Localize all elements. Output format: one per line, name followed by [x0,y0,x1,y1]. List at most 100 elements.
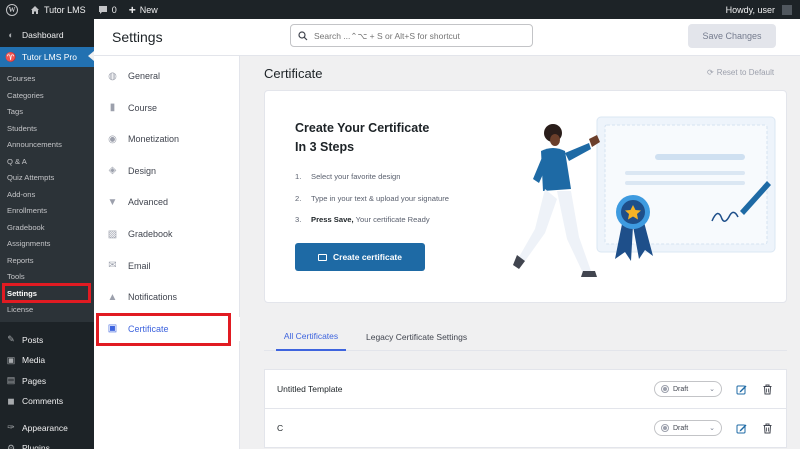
submenu-item-students[interactable]: Students [0,121,94,138]
reset-icon: ⟳ [707,68,714,77]
dashboard-icon: ◐ [8,30,14,40]
certificate-icon [318,253,327,261]
settings-nav-label: General [128,71,161,81]
settings-nav-label: Course [128,102,158,113]
book-icon: ▮ [109,102,116,114]
menu-tutor-lms-pro-label: Tutor LMS Pro [22,52,77,62]
submenu-item-license[interactable]: License [0,302,94,319]
sidebar-bottom-menu: ✎ Posts ▣ Media ▤ Pages ◼ Comments ✑ Appearance ⚙ P… [0,330,94,449]
step-3-text: Your certificate Ready [353,215,430,224]
submenu-item-assignments[interactable]: Assignments [0,236,94,253]
settings-nav-advanced[interactable]: ▼ Advanced [94,190,240,214]
submenu-item-quiz-attempts[interactable]: Quiz Attempts [0,170,94,187]
comment-icon [98,5,107,14]
avatar [782,4,792,15]
admin-sidebar: ◐ Dashboard ♈ Tutor LMS Pro Courses Categ… [0,19,94,449]
certificate-tabs: All Certificates Legacy Certificate Sett… [264,322,787,351]
settings-nav-notifications[interactable]: ▲ Notifications [94,285,240,309]
pin-icon: ✎ [7,334,15,345]
settings-nav-label: Advanced [128,197,169,208]
menu-comments[interactable]: ◼ Comments [0,391,94,412]
certificate-illustration [513,116,776,277]
settings-nav-label: Gradebook [128,229,173,239]
envelope-icon: ✉ [108,260,117,272]
delete-template-button[interactable] [760,421,774,435]
menu-plugins-label: Plugins [22,443,50,449]
create-certificate-button[interactable]: Create certificate [295,243,425,271]
template-name: C [277,423,284,433]
menu-appearance[interactable]: ✑ Appearance [0,418,94,439]
edit-template-button[interactable] [734,382,748,396]
settings-nav-general[interactable]: ◍ General [94,64,240,88]
submenu-item-enrollments[interactable]: Enrollments [0,203,94,220]
settings-nav-monetization[interactable]: ◉ Monetization [94,127,240,151]
status-label: Draft [673,424,689,432]
bell-icon: ▲ [107,291,118,303]
chevron-down-icon: ⌄ [709,386,715,393]
step-2: 2. Type in your text & upload your signat… [295,194,449,203]
step-1-text: Select your favorite design [311,172,401,181]
search-input[interactable] [314,30,514,41]
delete-template-button[interactable] [760,382,774,396]
reset-to-default-button[interactable]: ⟳ Reset to Default [707,68,774,77]
palette-icon: ◈ [108,165,117,177]
menu-appearance-label: Appearance [22,422,68,433]
highlight-settings-menu [2,283,91,303]
menu-tutor-lms-pro[interactable]: ♈ Tutor LMS Pro [0,47,94,67]
pages-icon: ▤ [6,375,16,386]
menu-media-label: Media [22,355,46,366]
submenu-item-reports[interactable]: Reports [0,253,94,270]
media-icon: ▣ [6,354,16,365]
settings-nav-email[interactable]: ✉ Email [94,254,240,278]
draft-status-icon [661,424,669,432]
brush-icon: ✑ [7,422,15,433]
tab-legacy-certificate-settings[interactable]: Legacy Certificate Settings [366,322,467,351]
submenu-item-gradebook[interactable]: Gradebook [0,220,94,237]
tab-all-certificates[interactable]: All Certificates [276,322,346,351]
submenu-item-announcements[interactable]: Announcements [0,137,94,154]
search-box[interactable] [290,24,533,47]
status-dropdown[interactable]: Draft ⌄ [654,420,722,436]
tutor-logo-icon: ♈ [5,51,17,62]
settings-header: Settings Save Changes [94,19,800,56]
menu-pages[interactable]: ▤ Pages [0,371,94,392]
settings-nav-label: Email [128,260,151,271]
submenu-item-courses[interactable]: Courses [0,71,94,88]
submenu-item-add-ons[interactable]: Add-ons [0,187,94,204]
comments-link[interactable]: 0 [92,0,123,19]
menu-plugins[interactable]: ⚙ Plugins [0,438,94,449]
account-menu[interactable]: Howdy, user [720,0,800,19]
settings-nav-label: Design [128,165,157,176]
step-3: 3. Press Save, Your certificate Ready [295,215,430,224]
section-title: Certificate [264,66,323,81]
submenu-item-categories[interactable]: Categories [0,88,94,105]
draft-status-icon [661,385,669,393]
site-name-link[interactable]: Tutor LMS [24,0,92,19]
site-name: Tutor LMS [44,4,86,15]
step-3-num: 3. [295,215,302,224]
step-1: 1. Select your favorite design [295,172,401,181]
settings-nav-gradebook[interactable]: ▨ Gradebook [94,222,240,246]
comment-icon: ◼ [7,395,15,406]
page-title: Settings [112,29,163,45]
submenu-item-tags[interactable]: Tags [0,104,94,121]
template-name: Untitled Template [277,384,343,394]
settings-nav-design[interactable]: ◈ Design [94,159,240,183]
filter-icon: ▼ [107,196,118,208]
menu-dashboard[interactable]: ◐ Dashboard [0,26,94,44]
save-changes-button[interactable]: Save Changes [688,24,776,48]
menu-posts[interactable]: ✎ Posts [0,330,94,351]
wp-logo-menu[interactable]: W [0,0,24,19]
new-content-link[interactable]: + New [123,0,164,19]
comments-count: 0 [111,4,117,15]
submenu-item-q-a[interactable]: Q & A [0,154,94,171]
step-1-num: 1. [295,172,302,181]
chevron-down-icon: ⌄ [709,425,715,432]
globe-icon: ◍ [108,70,117,82]
settings-nav-course[interactable]: ▮ Course [94,96,240,120]
status-dropdown[interactable]: Draft ⌄ [654,381,722,397]
menu-media[interactable]: ▣ Media [0,350,94,371]
reset-label: Reset to Default [716,68,775,77]
edit-template-button[interactable] [734,421,748,435]
new-label: New [139,4,158,15]
